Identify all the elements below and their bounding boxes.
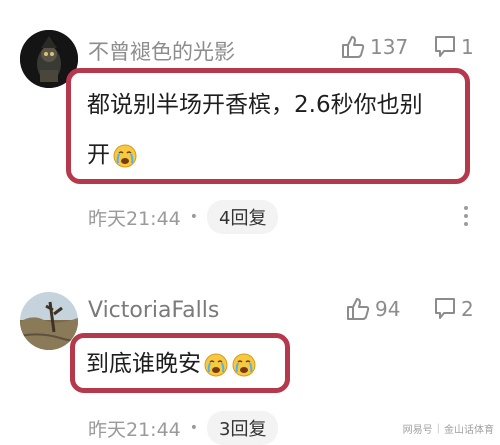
watermark-author: 金山话体育	[444, 425, 494, 436]
watermark-separator: |	[436, 423, 440, 434]
like-count: 94	[375, 297, 401, 321]
like-button[interactable]: 94	[345, 296, 400, 322]
avatar[interactable]	[20, 292, 78, 350]
watermark: 网易号 | 金山话体育	[403, 421, 494, 436]
comment-text: 到底谁晚安	[86, 339, 257, 389]
crying-face-emoji-icon	[204, 353, 228, 376]
comment-text-line: 到底谁晚安	[86, 351, 201, 377]
timestamp: 昨天21:44	[88, 418, 181, 441]
crying-face-emoji-icon	[232, 353, 256, 376]
username[interactable]: VictoriaFalls	[88, 298, 219, 323]
separator-dot: •	[189, 420, 199, 436]
reply-count: 2	[461, 297, 474, 321]
watermark-source: 网易号	[402, 425, 433, 436]
thumbs-up-icon	[347, 298, 370, 320]
comment-item: VictoriaFalls 94 2 到底谁晚安 昨天21:44 • 3回复	[0, 0, 500, 445]
comment-bubble-icon	[435, 298, 455, 319]
reply-button[interactable]: 2	[433, 296, 474, 322]
